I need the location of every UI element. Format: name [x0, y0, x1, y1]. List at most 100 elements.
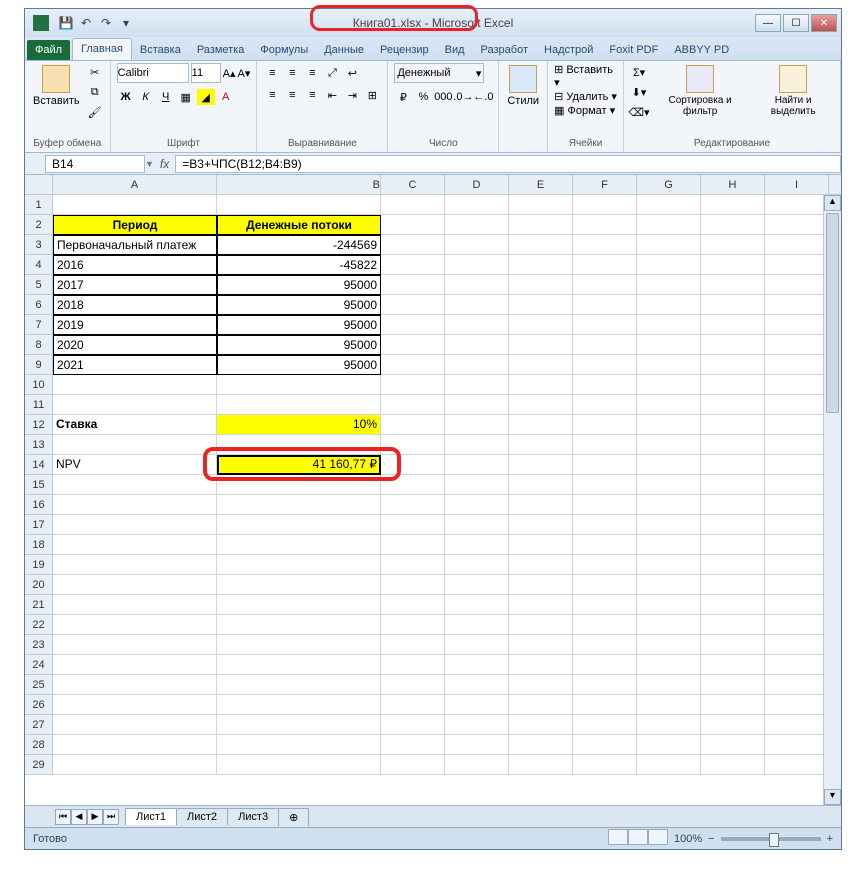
save-icon[interactable]: 💾	[57, 14, 75, 32]
cell-a6[interactable]: 2018	[53, 295, 217, 315]
cell-a9[interactable]: 2021	[53, 355, 217, 375]
fill-icon[interactable]: ⬇▾	[630, 83, 648, 101]
tab-developer[interactable]: Разработ	[473, 40, 536, 60]
currency-button[interactable]: ₽	[394, 89, 412, 105]
cell-b3[interactable]: -244569	[217, 235, 381, 255]
tab-layout[interactable]: Разметка	[189, 40, 253, 60]
cell-a7[interactable]: 2019	[53, 315, 217, 335]
paste-button[interactable]: Вставить	[31, 63, 82, 109]
cell-b6[interactable]: 95000	[217, 295, 381, 315]
bold-button[interactable]: Ж	[117, 89, 135, 105]
close-button[interactable]: ✕	[811, 14, 837, 32]
find-select-button[interactable]: Найти и выделить	[752, 63, 834, 119]
row-header-21[interactable]: 21	[25, 595, 52, 615]
cell-a8[interactable]: 2020	[53, 335, 217, 355]
cell-b7[interactable]: 95000	[217, 315, 381, 335]
percent-button[interactable]: %	[414, 89, 432, 105]
cell-a3[interactable]: Первоначальный платеж	[53, 235, 217, 255]
sheet-nav-prev-icon[interactable]: ◀	[71, 809, 87, 825]
sheet-tab-3[interactable]: Лист3	[227, 808, 279, 825]
new-sheet-button[interactable]: ⊕	[278, 808, 309, 826]
maximize-button[interactable]: ☐	[783, 14, 809, 32]
row-header-18[interactable]: 18	[25, 535, 52, 555]
cell-a2[interactable]: Период	[53, 215, 217, 235]
tab-formulas[interactable]: Формулы	[252, 40, 316, 60]
tab-view[interactable]: Вид	[437, 40, 473, 60]
col-header-a[interactable]: A	[53, 175, 217, 194]
namebox-dropdown-icon[interactable]: ▼	[145, 159, 154, 169]
row-header-19[interactable]: 19	[25, 555, 52, 575]
row-header-9[interactable]: 9	[25, 355, 52, 375]
comma-button[interactable]: 000	[434, 89, 452, 105]
redo-icon[interactable]: ↷	[97, 14, 115, 32]
sheet-nav-first-icon[interactable]: ⏮	[55, 809, 71, 825]
row-header-8[interactable]: 8	[25, 335, 52, 355]
col-header-h[interactable]: H	[701, 175, 765, 194]
number-format-dropdown[interactable]: Денежный▾	[394, 63, 484, 83]
copy-icon[interactable]: ⧉	[86, 83, 104, 101]
tab-file[interactable]: Файл	[27, 40, 70, 60]
cell-b5[interactable]: 95000	[217, 275, 381, 295]
format-cells-button[interactable]: ▦ Формат ▾	[554, 104, 615, 117]
row-header-3[interactable]: 3	[25, 235, 52, 255]
sheet-nav-next-icon[interactable]: ▶	[87, 809, 103, 825]
wrap-text-icon[interactable]: ↩	[343, 65, 361, 81]
row-header-14[interactable]: 14	[25, 455, 52, 475]
cell-a5[interactable]: 2017	[53, 275, 217, 295]
tab-addins[interactable]: Надстрой	[536, 40, 601, 60]
formula-bar[interactable]: =B3+ЧПС(B12;B4:B9)	[175, 155, 841, 173]
indent-decrease-icon[interactable]: ⇤	[323, 87, 341, 103]
zoom-in-icon[interactable]: +	[827, 833, 833, 845]
row-header-10[interactable]: 10	[25, 375, 52, 395]
increase-decimal-icon[interactable]: .0→	[454, 89, 472, 105]
col-header-c[interactable]: C	[381, 175, 445, 194]
scroll-thumb[interactable]	[826, 213, 839, 413]
increase-font-icon[interactable]: A▴	[223, 67, 236, 80]
decrease-font-icon[interactable]: A▾	[238, 67, 251, 80]
view-buttons[interactable]	[608, 829, 668, 848]
align-middle-icon[interactable]: ≡	[283, 65, 301, 81]
row-header-15[interactable]: 15	[25, 475, 52, 495]
tab-review[interactable]: Рецензир	[372, 40, 437, 60]
font-size-input[interactable]	[191, 63, 221, 83]
sheet-nav-last-icon[interactable]: ⏭	[103, 809, 119, 825]
minimize-button[interactable]: —	[755, 14, 781, 32]
zoom-slider[interactable]	[721, 837, 821, 841]
cell-a12[interactable]: Ставка	[53, 415, 217, 435]
underline-button[interactable]: Ч	[157, 89, 175, 105]
fill-color-button[interactable]: ◢	[197, 89, 215, 105]
select-all-corner[interactable]	[25, 175, 53, 195]
tab-foxit[interactable]: Foxit PDF	[601, 40, 666, 60]
font-color-button[interactable]: A	[217, 89, 235, 105]
cell-b2[interactable]: Денежные потоки	[217, 215, 381, 235]
cell-b8[interactable]: 95000	[217, 335, 381, 355]
cell-b12[interactable]: 10%	[217, 415, 381, 435]
tab-abbyy[interactable]: ABBYY PD	[666, 40, 737, 60]
italic-button[interactable]: К	[137, 89, 155, 105]
row-header-20[interactable]: 20	[25, 575, 52, 595]
vertical-scrollbar[interactable]: ▲ ▼	[823, 195, 841, 805]
tab-home[interactable]: Главная	[72, 38, 132, 60]
insert-cells-button[interactable]: ⊞ Вставить ▾	[554, 63, 617, 89]
row-header-2[interactable]: 2	[25, 215, 52, 235]
tab-data[interactable]: Данные	[316, 40, 372, 60]
row-header-5[interactable]: 5	[25, 275, 52, 295]
cell-b9[interactable]: 95000	[217, 355, 381, 375]
undo-icon[interactable]: ↶	[77, 14, 95, 32]
row-header-26[interactable]: 26	[25, 695, 52, 715]
scroll-down-icon[interactable]: ▼	[824, 789, 841, 805]
row-header-13[interactable]: 13	[25, 435, 52, 455]
align-top-icon[interactable]: ≡	[263, 65, 281, 81]
cell-b4[interactable]: -45822	[217, 255, 381, 275]
delete-cells-button[interactable]: ⊟ Удалить ▾	[554, 90, 617, 103]
align-left-icon[interactable]: ≡	[263, 87, 281, 103]
zoom-out-icon[interactable]: −	[708, 833, 714, 845]
col-header-i[interactable]: I	[765, 175, 829, 194]
fx-icon[interactable]: fx	[160, 157, 169, 171]
border-button[interactable]: ▦	[177, 89, 195, 105]
row-header-28[interactable]: 28	[25, 735, 52, 755]
row-header-17[interactable]: 17	[25, 515, 52, 535]
decrease-decimal-icon[interactable]: ←.0	[474, 89, 492, 105]
row-header-27[interactable]: 27	[25, 715, 52, 735]
col-header-f[interactable]: F	[573, 175, 637, 194]
